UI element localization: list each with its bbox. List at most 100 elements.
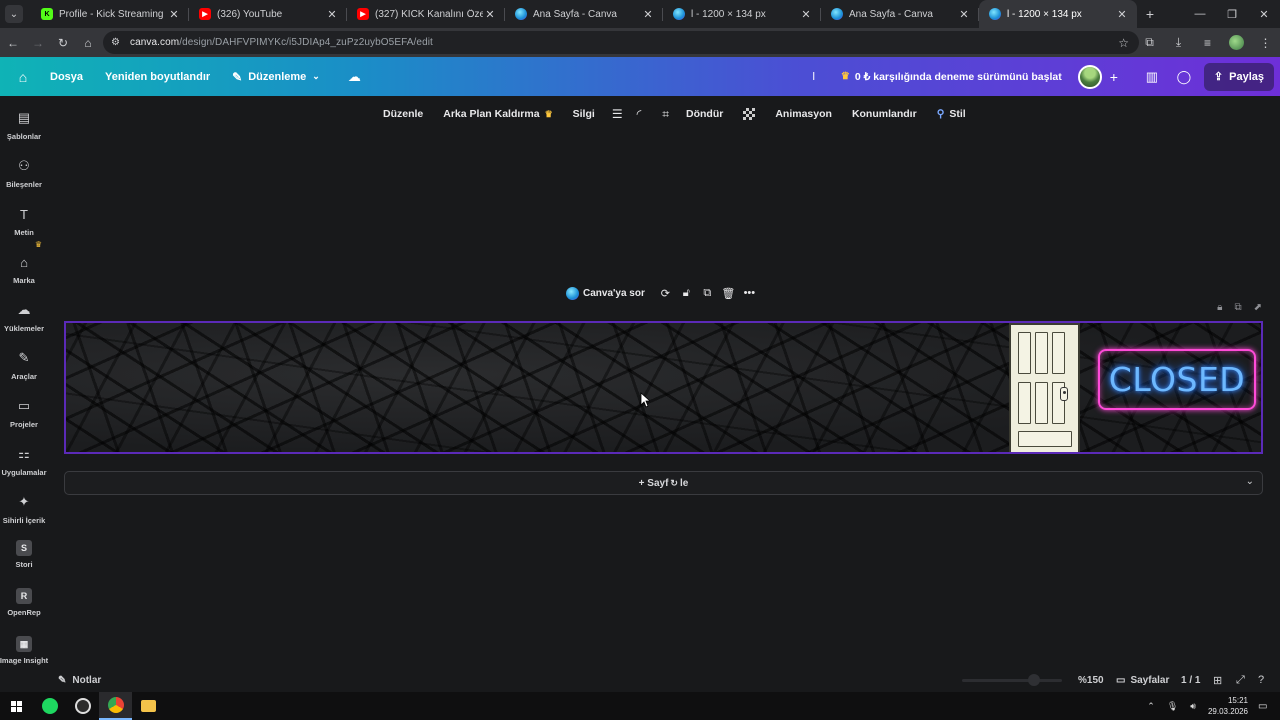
- sidebar-item-tools[interactable]: ✎ Araçlar: [0, 348, 48, 381]
- tray-overflow-icon[interactable]: ⌃: [1147, 701, 1155, 712]
- add-collaborator-icon[interactable]: +: [1110, 69, 1118, 85]
- tab-close-icon[interactable]: ✕: [957, 8, 971, 21]
- sidebar-item-stori[interactable]: S Stori: [0, 540, 48, 569]
- obs-icon[interactable]: [66, 692, 99, 720]
- tab-close-icon[interactable]: ✕: [325, 8, 339, 21]
- cloud-save-icon[interactable]: ☁: [348, 69, 361, 85]
- back-icon[interactable]: ←: [1, 31, 25, 55]
- style-button[interactable]: ⚲ Stil: [937, 108, 966, 120]
- canva-home-icon[interactable]: ⌂: [10, 64, 36, 90]
- browser-tab[interactable]: l - 1200 × 134 px ✕: [979, 0, 1137, 28]
- notes-button[interactable]: ✎ Notlar: [58, 675, 101, 686]
- bg-remove-button[interactable]: Arka Plan Kaldırma ♛: [443, 108, 552, 120]
- browser-tab[interactable]: ▶ (327) KICK Kanalını Özelleştir | ...✕: [347, 0, 505, 28]
- reload-icon[interactable]: ↻: [51, 31, 75, 55]
- start-trial-button[interactable]: ♛ 0 ₺ karşılığında deneme sürümünü başla…: [841, 71, 1062, 83]
- animate-button[interactable]: Animasyon: [775, 108, 832, 120]
- design-title-input[interactable]: l: [812, 71, 814, 83]
- sidebar-item-projects[interactable]: ▭ Projeler: [0, 396, 48, 429]
- eraser-button[interactable]: Silgi: [573, 108, 595, 120]
- zoom-slider-handle[interactable]: [1028, 674, 1040, 686]
- browser-tab[interactable]: l - 1200 × 134 px ✕: [663, 0, 821, 28]
- resize-button[interactable]: Yeniden boyutlandır: [105, 71, 210, 83]
- lock-icon[interactable]: 🔓︎: [676, 287, 697, 300]
- notification-icon[interactable]: ▭: [1258, 701, 1274, 712]
- crop-icon[interactable]: ⌗: [662, 107, 669, 122]
- insights-chart-icon[interactable]: ▥: [1136, 69, 1168, 85]
- chrome-icon[interactable]: [99, 692, 132, 720]
- new-tab-button[interactable]: +: [1137, 6, 1163, 22]
- position-button[interactable]: Konumlandır: [852, 108, 917, 120]
- add-page-button[interactable]: + Sayf ↻ le ⌄: [64, 471, 1263, 495]
- user-avatar[interactable]: [1077, 64, 1102, 89]
- microphone-icon[interactable]: 🎙︎: [1167, 701, 1178, 712]
- browser-menu-icon[interactable]: ⋮: [1251, 36, 1280, 50]
- flip-button[interactable]: Döndür: [686, 108, 723, 120]
- minimize-icon[interactable]: —: [1184, 0, 1216, 28]
- design-canvas-banner[interactable]: CLOSED: [64, 321, 1263, 454]
- download-icon[interactable]: ⤓: [1164, 35, 1193, 50]
- fullscreen-icon[interactable]: ⤢: [1236, 674, 1245, 687]
- sidebar-item-elements[interactable]: ⚇ Bileşenler: [0, 156, 48, 189]
- home-icon[interactable]: ⌂: [76, 31, 100, 55]
- refresh-comment-icon[interactable]: ⟳: [655, 287, 676, 300]
- file-menu[interactable]: Dosya: [50, 71, 83, 83]
- text-icon: T: [20, 206, 28, 222]
- help-icon[interactable]: ?: [1258, 674, 1264, 686]
- pencil-icon: ✎: [232, 69, 243, 84]
- maximize-icon[interactable]: ❐: [1216, 0, 1248, 28]
- sidebar-item-brand[interactable]: ⌂ Marka ♛: [0, 240, 48, 285]
- trash-icon[interactable]: 🗑︎: [718, 287, 739, 300]
- sidebar-item-uploads[interactable]: ☁ Yüklemeler: [0, 300, 48, 333]
- grid-view-icon[interactable]: ⊞: [1213, 674, 1222, 687]
- pages-button[interactable]: ▭ Sayfalar: [1116, 675, 1169, 686]
- browser-profile-avatar[interactable]: [1229, 35, 1244, 50]
- tab-search-icon[interactable]: ⌄: [5, 5, 23, 23]
- spotify-icon[interactable]: [33, 692, 66, 720]
- sidebar-item-templates[interactable]: ▤ Şablonlar: [0, 108, 48, 141]
- more-options-icon[interactable]: •••: [739, 287, 760, 299]
- sidebar-item-text[interactable]: T Metin: [0, 204, 48, 238]
- sidebar-item-apps[interactable]: ⚏ Uygulamalar: [0, 444, 48, 477]
- windows-start-icon[interactable]: [0, 692, 33, 720]
- editing-mode-dropdown[interactable]: ✎ Düzenleme ⌄: [232, 70, 320, 84]
- add-page-icon[interactable]: ⬈: [1254, 302, 1262, 313]
- media-controls-icon[interactable]: ≡: [1193, 36, 1222, 50]
- ask-canva-button[interactable]: Canva'ya sor: [566, 286, 645, 300]
- tab-close-icon[interactable]: ✕: [799, 8, 813, 21]
- file-explorer-icon[interactable]: [132, 692, 165, 720]
- volume-icon[interactable]: 🔊︎: [1190, 701, 1196, 712]
- close-window-icon[interactable]: ✕: [1248, 0, 1280, 28]
- border-style-icon[interactable]: ☰: [612, 107, 623, 121]
- comment-icon[interactable]: ◯: [1168, 69, 1200, 85]
- site-info-icon[interactable]: ⚙: [111, 37, 120, 48]
- chevron-down-icon[interactable]: ⌄: [1246, 476, 1254, 487]
- sidebar-item-openrep[interactable]: R OpenRep: [0, 588, 48, 617]
- neon-closed-text[interactable]: CLOSED: [1098, 349, 1256, 410]
- duplicate-icon[interactable]: ⧉: [697, 287, 718, 300]
- browser-tab[interactable]: Ana Sayfa - Canva ✕: [821, 0, 979, 28]
- corner-rounding-icon[interactable]: ◜: [637, 107, 642, 121]
- tab-close-icon[interactable]: ✕: [167, 8, 181, 21]
- zoom-level[interactable]: %150: [1078, 675, 1104, 686]
- lock-page-icon[interactable]: 🔒︎: [1217, 302, 1222, 313]
- zoom-slider[interactable]: [962, 679, 1062, 682]
- transparency-icon[interactable]: [743, 108, 756, 120]
- sidebar-item-image-insight[interactable]: ▦ Image Insight: [0, 636, 48, 665]
- duplicate-page-icon[interactable]: ⧉: [1234, 302, 1241, 313]
- taskbar-clock[interactable]: 15:21 29.03.2026: [1208, 695, 1248, 717]
- forward-icon[interactable]: →: [26, 31, 50, 55]
- browser-tab[interactable]: K Profile - Kick Streaming ✕: [31, 0, 189, 28]
- tab-close-icon[interactable]: ✕: [1115, 8, 1129, 21]
- extensions-icon[interactable]: ⧉: [1135, 35, 1164, 50]
- address-bar[interactable]: ⚙ canva.com/design/DAHFVPIMYKc/i5JDIAp4_…: [103, 31, 1139, 54]
- bookmark-star-icon[interactable]: ☆: [1118, 36, 1129, 50]
- sidebar-item-magic-media[interactable]: ✦ Sihirli İçerik: [0, 492, 48, 525]
- door-illustration[interactable]: [1009, 323, 1080, 452]
- share-button[interactable]: ⇪ Paylaş: [1203, 62, 1274, 91]
- browser-tab[interactable]: ▶ (326) YouTube ✕: [189, 0, 347, 28]
- tab-close-icon[interactable]: ✕: [483, 8, 497, 21]
- browser-tab[interactable]: Ana Sayfa - Canva ✕: [505, 0, 663, 28]
- edit-image-button[interactable]: Düzenle: [383, 108, 423, 120]
- tab-close-icon[interactable]: ✕: [641, 8, 655, 21]
